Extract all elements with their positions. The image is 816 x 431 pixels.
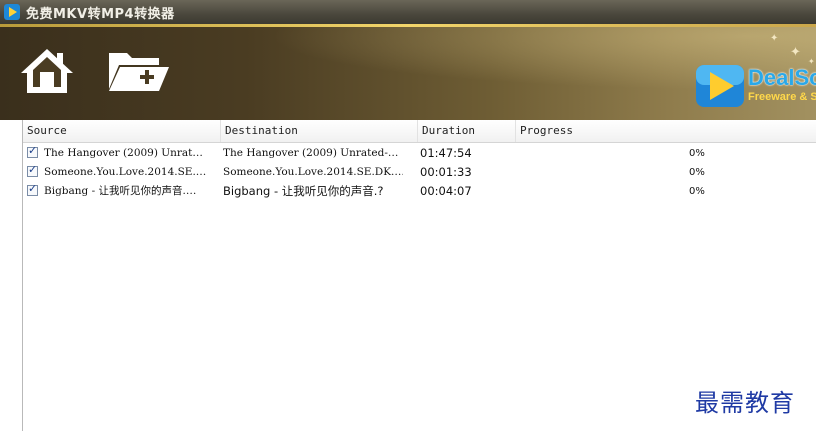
checkmark-icon: ✓ <box>28 144 38 157</box>
home-icon <box>21 49 73 93</box>
destination-cell: The Hangover (2009) Unrated-… <box>223 147 399 159</box>
table-row[interactable]: ✓ Someone.You.Love.2014.SE.… Someone.You… <box>23 163 816 182</box>
app-logo-icon <box>4 4 20 20</box>
brand-tagline: Freeware & S <box>748 91 816 103</box>
add-folder-button[interactable] <box>105 45 171 97</box>
checkmark-icon: ✓ <box>28 163 38 176</box>
source-cell: Someone.You.Love.2014.SE.… <box>44 166 207 178</box>
row-checkbox[interactable]: ✓ <box>27 182 38 196</box>
source-cell: The Hangover (2009) Unrat… <box>44 147 203 159</box>
column-header-progress[interactable]: Progress <box>516 120 816 142</box>
row-checkbox[interactable]: ✓ <box>27 144 38 158</box>
sparkle-icon: ✦ <box>770 33 779 44</box>
column-header-duration[interactable]: Duration <box>418 120 516 142</box>
sparkle-icon: ✦ <box>790 45 801 60</box>
table-row[interactable]: ✓ The Hangover (2009) Unrat… The Hangove… <box>23 144 816 163</box>
checkmark-icon: ✓ <box>28 182 38 195</box>
toolbar: ✦ ✦ ✦ DealSc Freeware & S <box>0 27 816 120</box>
home-button[interactable] <box>19 45 75 97</box>
watermark-text: 最需教育 <box>695 389 795 417</box>
window-title: 免费MKV转MP4转换器 <box>26 6 175 22</box>
progress-cell: 0% <box>689 148 705 159</box>
left-gutter <box>0 120 22 431</box>
destination-cell: Someone.You.Love.2014.SE.DK.… <box>223 166 403 178</box>
list-header: Source Destination Duration Progress <box>23 120 816 143</box>
brand-name: DealSc <box>748 65 816 90</box>
progress-cell: 0% <box>689 186 705 197</box>
brand-logo-icon <box>696 65 744 107</box>
table-row[interactable]: ✓ Bigbang - 让我听见你的声音.… Bigbang - 让我听见你的声… <box>23 182 816 201</box>
row-checkbox[interactable]: ✓ <box>27 163 38 177</box>
progress-cell: 0% <box>689 167 705 178</box>
duration-cell: 01:47:54 <box>420 146 472 160</box>
destination-cell: Bigbang - 让我听见你的声音.? <box>223 184 384 198</box>
source-cell: Bigbang - 让我听见你的声音.… <box>44 185 197 197</box>
column-header-destination[interactable]: Destination <box>221 120 418 142</box>
column-header-source[interactable]: Source <box>23 120 221 142</box>
duration-cell: 00:01:33 <box>420 165 472 179</box>
add-folder-icon <box>109 53 169 91</box>
title-bar: 免费MKV转MP4转换器 <box>0 0 816 24</box>
duration-cell: 00:04:07 <box>420 184 472 198</box>
